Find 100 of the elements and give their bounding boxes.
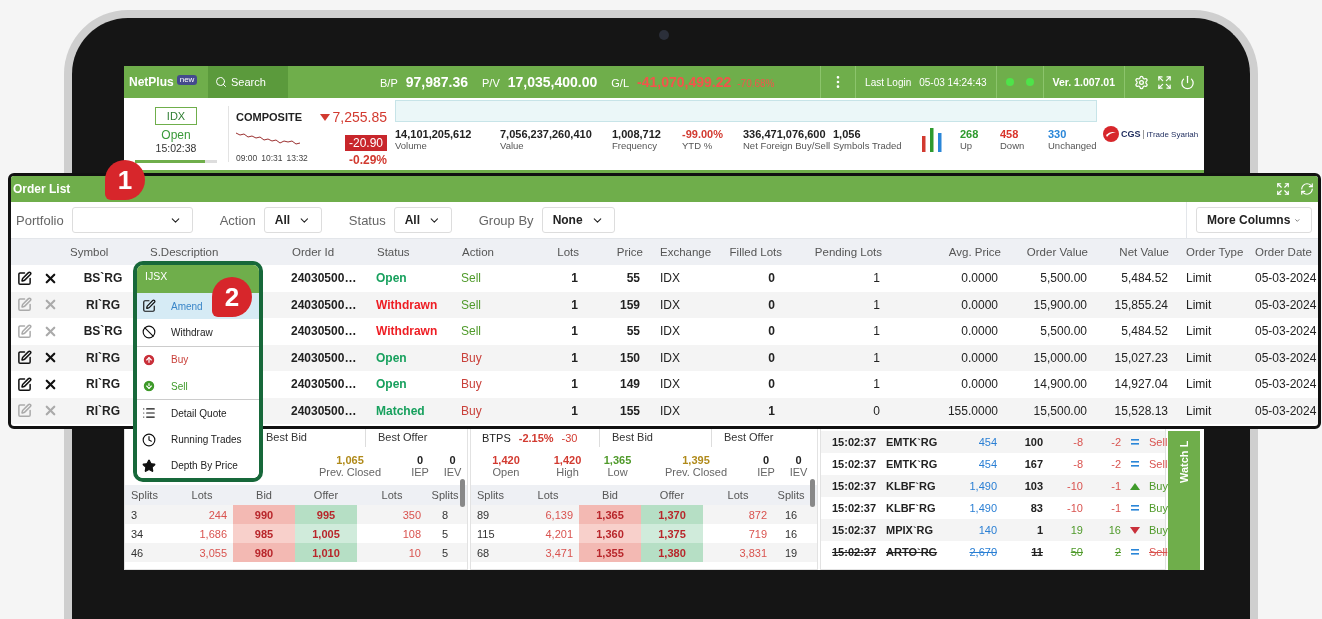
trade-symbol: ARTO`RG xyxy=(885,546,939,558)
table-header-cell-text: Order Value xyxy=(1025,246,1089,258)
stat-value: 1,365 xyxy=(603,454,632,466)
table-cell-text: IDX xyxy=(659,324,681,339)
breadth-value: 268 xyxy=(960,128,980,140)
trade-side: Buy xyxy=(1149,502,1167,514)
up-triangle-icon xyxy=(1130,482,1140,490)
last-login-label: Last Login xyxy=(865,76,912,88)
equals-icon xyxy=(1131,505,1139,511)
breadth-value: 330 xyxy=(1048,128,1068,140)
filter-dropdown[interactable] xyxy=(71,207,193,233)
table-cell: 1,010 xyxy=(295,543,357,562)
table-header-cell-text: Order Date xyxy=(1254,246,1313,258)
table-cell-text: 5 xyxy=(440,526,450,542)
table-cell-text: 1 xyxy=(570,377,579,392)
filter-dropdown[interactable]: All xyxy=(393,207,452,233)
expand-icon[interactable] xyxy=(1276,182,1290,196)
table-cell-text: 244 xyxy=(207,507,228,523)
table-cell-text: 1 xyxy=(570,297,579,312)
power-icon[interactable] xyxy=(1180,74,1195,90)
table-cell: 1,370 xyxy=(641,505,703,524)
table-header-cell-text: Order Type xyxy=(1185,246,1245,258)
table-cell-text: Limit xyxy=(1185,297,1213,312)
table-cell-text: RI`RG xyxy=(85,377,121,392)
stat-label: IEV xyxy=(789,466,808,478)
table-cell-text: 6,139 xyxy=(544,507,574,523)
table-cell-text: 1 xyxy=(570,350,579,365)
table-cell-text: Buy xyxy=(460,377,483,392)
trade-price: 140 xyxy=(977,524,997,536)
trade-symbol: EMTK`RG xyxy=(885,458,939,470)
new-badge: new xyxy=(176,75,198,85)
breadth-label: Up xyxy=(960,140,974,151)
logo-name: CGS xyxy=(1121,129,1141,139)
table-header-cell-text: Status xyxy=(376,246,411,258)
filter-dropdown[interactable]: None xyxy=(541,207,615,233)
stat-label: IEV xyxy=(443,466,462,478)
table-cell-text: 0.0000 xyxy=(960,297,999,312)
search-icon xyxy=(215,76,227,88)
more-columns-button[interactable]: More Columns xyxy=(1196,207,1312,233)
trade-volume: 11 xyxy=(1030,546,1043,558)
stat-value: 1,420 xyxy=(492,454,520,466)
table-cell-text: 108 xyxy=(401,526,422,542)
trade-volume: 83 xyxy=(1029,502,1043,514)
trade-volume: 100 xyxy=(1023,436,1043,448)
summary-label: Symbols Traded xyxy=(833,140,903,151)
table-cell-text: 8 xyxy=(440,507,450,523)
table-cell-text: 5,484.52 xyxy=(1120,271,1169,286)
stat-value: 0 xyxy=(762,454,770,466)
stat-change: -70.68% xyxy=(737,78,775,89)
table-cell-text: 05-03-2024 xyxy=(1254,297,1317,312)
table-cell-text: 24030500… xyxy=(290,324,358,339)
table-cell: 1,375 xyxy=(641,524,703,543)
trade-price: 2,670 xyxy=(968,546,997,558)
version-label: Ver. 1.007.01 xyxy=(1052,76,1115,88)
table-cell-text: IDX xyxy=(659,350,681,365)
table-cell-text: 15,855.24 xyxy=(1113,297,1169,312)
summary-value: 14,101,205,612 xyxy=(395,128,473,140)
table-header-cell-text: Splits xyxy=(476,488,505,503)
time-label: 13:32 xyxy=(286,153,308,166)
table-cell-text: 24030500… xyxy=(290,350,358,365)
summary-label: YTD % xyxy=(682,140,714,151)
equals-icon xyxy=(1131,439,1139,445)
table-header-cell-text: Exchange xyxy=(659,246,713,258)
table-cell-text: Buy xyxy=(460,350,483,365)
table-cell-text: Open xyxy=(375,350,408,365)
table-cell-text: 1 xyxy=(872,271,881,286)
exchange-button[interactable]: IDX xyxy=(155,107,197,125)
table-cell-text: 0 xyxy=(767,324,776,339)
table-cell-text: Sell xyxy=(460,271,482,286)
table-cell-text: Buy xyxy=(460,403,483,418)
filter-label: Portfolio xyxy=(16,212,64,228)
stat-label: High xyxy=(556,466,579,478)
table-cell-text: 1 xyxy=(570,403,579,418)
trade-price: 454 xyxy=(977,458,997,470)
table-header-cell-text: Splits xyxy=(130,488,159,503)
trade-time: 15:02:37 xyxy=(831,546,878,558)
edit-icon[interactable] xyxy=(16,376,32,392)
trade-symbol: EMTK`RG xyxy=(885,436,939,448)
settings-icon[interactable] xyxy=(1134,74,1149,90)
edit-icon[interactable] xyxy=(16,270,32,286)
stat-label: Prev. Closed xyxy=(318,466,382,478)
fullscreen-icon[interactable] xyxy=(1157,74,1172,90)
breadth-label: Unchanged xyxy=(1048,140,1097,151)
edit-icon[interactable] xyxy=(16,350,32,366)
table-cell-text: 1 xyxy=(872,350,881,365)
table-cell-text: IDX xyxy=(659,403,681,418)
stat-label: Open xyxy=(492,466,520,478)
stat-label: Prev. Closed xyxy=(664,466,728,478)
stat-value: 97,987.36 xyxy=(405,74,469,90)
summary-label: Value xyxy=(500,140,525,151)
refresh-icon[interactable] xyxy=(1300,182,1314,196)
table-cell-text: Withdrawn xyxy=(375,324,439,339)
table-cell: 985 xyxy=(233,524,295,543)
trade-volume: 167 xyxy=(1023,458,1043,470)
table-cell-text: 05-03-2024 xyxy=(1254,403,1317,418)
change-value: -30 xyxy=(561,432,578,444)
down-triangle-icon xyxy=(1130,526,1140,534)
filter-dropdown[interactable]: All xyxy=(263,207,322,233)
table-cell-text: Limit xyxy=(1185,377,1213,392)
table-cell-text: 0 xyxy=(767,297,776,312)
